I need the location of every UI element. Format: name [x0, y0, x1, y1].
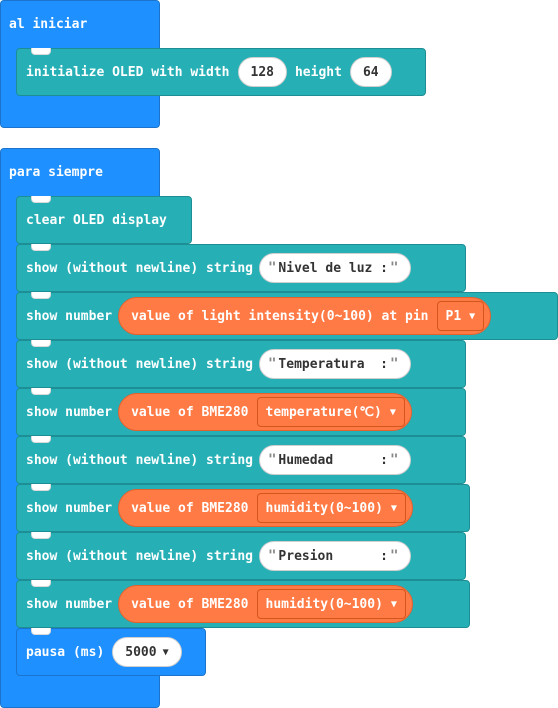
block-notch [31, 292, 51, 299]
pin-dropdown[interactable]: P1 ▼ [436, 301, 485, 331]
quote-close-icon: " [390, 356, 399, 372]
show-string-block[interactable]: show (without newline) string " Humedad :… [16, 436, 466, 484]
show-string-label: show (without newline) string [26, 452, 253, 468]
init-oled-label: initialize OLED with width [26, 64, 230, 80]
pin-value: P1 [445, 308, 462, 324]
init-oled-block[interactable]: initialize OLED with width 128 height 64 [16, 48, 426, 96]
clear-oled-block[interactable]: clear OLED display [16, 196, 192, 244]
quote-open-icon: " [267, 356, 277, 372]
bme280-block[interactable]: value of BME280 humidity(0~100) ▼ [118, 585, 413, 623]
height-label: height [294, 64, 342, 80]
block-notch [31, 388, 51, 395]
height-input[interactable]: 64 [349, 57, 392, 87]
caret-down-icon: ▼ [469, 310, 476, 322]
show-string-label: show (without newline) string [26, 260, 253, 276]
string-input[interactable]: " Humedad : " [258, 445, 412, 475]
caret-down-icon: ▼ [390, 502, 397, 514]
bme280-dropdown[interactable]: temperature(℃) ▼ [256, 397, 405, 427]
block-notch [31, 436, 51, 443]
block-notch [31, 580, 51, 587]
pause-label: pausa (ms) [26, 644, 105, 660]
bme280-dropdown[interactable]: humidity(0~100) ▼ [256, 493, 406, 523]
show-number-label: show number [26, 596, 113, 612]
show-string-block[interactable]: show (without newline) string " Temperatu… [16, 340, 466, 388]
show-number-block[interactable]: show number value of BME280 humidity(0~1… [16, 484, 470, 532]
string-value: Humedad : [278, 452, 388, 468]
caret-down-icon: ▼ [389, 406, 396, 418]
string-input[interactable]: " Presion : " [258, 541, 412, 571]
width-input[interactable]: 128 [237, 57, 287, 87]
bme280-block[interactable]: value of BME280 humidity(0~100) ▼ [118, 489, 413, 527]
light-intensity-block[interactable]: value of light intensity(0~100) at pin P… [118, 297, 492, 335]
on-start-label: al iniciar [9, 17, 88, 32]
quote-open-icon: " [267, 548, 277, 564]
bme280-option: humidity(0~100) [265, 500, 383, 516]
pause-dropdown[interactable]: 5000 ▼ [112, 637, 182, 667]
block-notch [31, 484, 51, 491]
quote-close-icon: " [390, 548, 399, 564]
block-notch [31, 532, 51, 539]
block-notch [31, 48, 51, 55]
string-value: Presion : [278, 548, 388, 564]
forever-label: para siempre [9, 165, 103, 180]
string-input[interactable]: " Temperatura : " [258, 349, 412, 379]
show-number-label: show number [26, 308, 113, 324]
show-number-block[interactable]: show number value of light intensity(0~1… [16, 292, 558, 340]
show-string-label: show (without newline) string [26, 356, 253, 372]
bme280-option: temperature(℃) [265, 404, 382, 420]
caret-down-icon: ▼ [162, 646, 169, 658]
pause-block[interactable]: pausa (ms) 5000 ▼ [16, 628, 206, 676]
string-value: Nivel de luz : [278, 260, 388, 276]
bme280-label: value of BME280 [131, 404, 249, 420]
block-notch [31, 244, 51, 251]
quote-open-icon: " [267, 452, 277, 468]
bme280-option: humidity(0~100) [265, 596, 383, 612]
block-notch [31, 196, 51, 203]
show-number-block[interactable]: show number value of BME280 temperature(… [16, 388, 466, 436]
bme280-dropdown[interactable]: humidity(0~100) ▼ [256, 589, 406, 619]
show-string-block[interactable]: show (without newline) string " Presion :… [16, 532, 466, 580]
show-string-label: show (without newline) string [26, 548, 253, 564]
quote-close-icon: " [390, 452, 399, 468]
bme280-label: value of BME280 [131, 500, 249, 516]
block-notch [31, 340, 51, 347]
show-number-block[interactable]: show number value of BME280 humidity(0~1… [16, 580, 470, 628]
quote-close-icon: " [390, 260, 399, 276]
pause-value: 5000 [125, 644, 157, 660]
string-input[interactable]: " Nivel de luz : " [258, 253, 412, 283]
bme280-block[interactable]: value of BME280 temperature(℃) ▼ [118, 393, 412, 431]
quote-open-icon: " [267, 260, 277, 276]
show-number-label: show number [26, 404, 113, 420]
light-intensity-label: value of light intensity(0~100) at pin [131, 308, 429, 324]
block-notch [31, 628, 51, 635]
caret-down-icon: ▼ [390, 598, 397, 610]
show-number-label: show number [26, 500, 113, 516]
clear-oled-label: clear OLED display [26, 212, 167, 228]
show-string-block[interactable]: show (without newline) string " Nivel de … [16, 244, 466, 292]
string-value: Temperatura : [278, 356, 388, 372]
bme280-label: value of BME280 [131, 596, 249, 612]
